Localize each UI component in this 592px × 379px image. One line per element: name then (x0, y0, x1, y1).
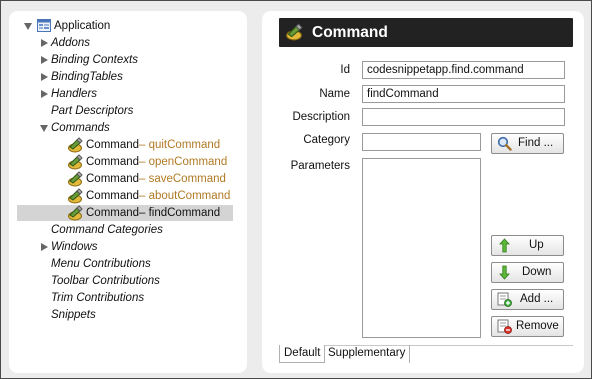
tree-item-label: Binding Contexts (51, 54, 138, 66)
id-field[interactable]: codesnippetapp.find.command (362, 61, 565, 79)
tree-item-trim-contributions[interactable]: Trim Contributions (51, 290, 241, 306)
command-id-suffix: – findCommand (139, 207, 221, 219)
expand-arrow-icon[interactable] (41, 73, 48, 81)
expand-arrow-icon[interactable] (41, 90, 48, 98)
tree-item-label: Part Descriptors (51, 105, 134, 117)
tree-item-handlers[interactable]: Handlers (41, 86, 241, 102)
command-id-suffix: – aboutCommand (139, 190, 231, 202)
name-field[interactable]: findCommand (362, 85, 565, 103)
tree-command-about[interactable]: Command – aboutCommand (67, 188, 233, 204)
find-button[interactable]: Find ... (491, 133, 564, 154)
command-name: Command (86, 139, 140, 151)
tree-item-binding-contexts[interactable]: Binding Contexts (41, 52, 241, 68)
tree-item-part-descriptors[interactable]: Part Descriptors (51, 103, 241, 119)
command-name: Command (86, 207, 140, 219)
description-label: Description (292, 111, 350, 123)
command-icon (68, 205, 83, 221)
tree-item-menu-contributions[interactable]: Menu Contributions (51, 256, 241, 272)
tree-item-windows[interactable]: Windows (41, 239, 241, 255)
name-label: Name (319, 88, 350, 100)
parameters-label: Parameters (290, 160, 350, 172)
command-icon (68, 188, 83, 204)
category-field[interactable] (362, 133, 481, 151)
tree-item-command-categories[interactable]: Command Categories (51, 222, 241, 238)
id-label: Id (340, 64, 350, 76)
expand-arrow-icon[interactable] (41, 56, 48, 64)
remove-item-icon (497, 319, 512, 334)
description-field[interactable] (362, 108, 565, 126)
expand-arrow-icon[interactable] (41, 243, 48, 251)
down-button[interactable]: Down (491, 262, 564, 283)
command-name: Command (86, 190, 140, 202)
down-arrow-icon (499, 265, 510, 280)
tree-root-label: Application (54, 20, 111, 32)
tree-command-open[interactable]: Command – openCommand (67, 154, 233, 170)
command-id-suffix: – quitCommand (139, 139, 221, 151)
find-button-label: Find ... (518, 137, 554, 149)
command-icon (68, 154, 83, 170)
tree-item-label: BindingTables (51, 71, 123, 83)
parameters-list[interactable] (362, 158, 481, 338)
tree-root-application[interactable]: Application (24, 18, 244, 34)
tree-item-label: Commands (51, 122, 110, 134)
tree-item-label: Windows (51, 241, 98, 253)
tree-command-save[interactable]: Command – saveCommand (67, 171, 233, 187)
up-button[interactable]: Up (491, 235, 564, 256)
command-id-suffix: – saveCommand (139, 173, 226, 185)
tree-item-label: Handlers (51, 88, 98, 100)
collapse-arrow-icon[interactable] (40, 125, 48, 132)
add-item-icon (497, 292, 512, 307)
up-button-label: Up (529, 239, 544, 251)
category-label: Category (303, 134, 350, 146)
tab-default[interactable]: Default (279, 345, 326, 363)
up-arrow-icon (499, 238, 510, 253)
tab-supplementary[interactable]: Supplementary (324, 345, 411, 363)
tree-command-find-selected[interactable]: Command – findCommand (17, 205, 233, 221)
remove-button-label: Remove (516, 320, 559, 332)
magnifier-icon (497, 136, 512, 151)
tree-item-toolbar-contributions[interactable]: Toolbar Contributions (51, 273, 241, 289)
tree-item-snippets[interactable]: Snippets (51, 307, 241, 323)
command-icon (68, 137, 83, 153)
command-name: Command (86, 173, 140, 185)
tree-item-commands[interactable]: Commands (40, 120, 241, 136)
tree-item-label: Toolbar Contributions (51, 275, 160, 287)
command-icon (286, 23, 303, 41)
tree-item-binding-tables[interactable]: BindingTables (41, 69, 241, 85)
tree-item-label: Command Categories (51, 224, 163, 236)
command-name: Command (86, 156, 140, 168)
expand-arrow-icon[interactable] (24, 23, 32, 30)
tree-item-label: Addons (51, 37, 91, 49)
editor-title-bar: Command (279, 18, 573, 47)
add-button-label: Add ... (520, 293, 554, 305)
editor-title: Command (312, 24, 388, 41)
remove-button[interactable]: Remove (491, 316, 564, 337)
tree-item-label: Menu Contributions (51, 258, 151, 270)
command-icon (68, 171, 83, 187)
tree-command-quit[interactable]: Command – quitCommand (67, 137, 233, 153)
command-id-suffix: – openCommand (139, 156, 228, 168)
expand-arrow-icon[interactable] (41, 39, 48, 47)
add-button[interactable]: Add ... (491, 289, 564, 310)
tree-item-addons[interactable]: Addons (41, 35, 241, 51)
tree-item-label: Snippets (51, 309, 96, 321)
down-button-label: Down (522, 266, 552, 278)
application-icon (37, 19, 51, 32)
tree-item-label: Trim Contributions (51, 292, 145, 304)
